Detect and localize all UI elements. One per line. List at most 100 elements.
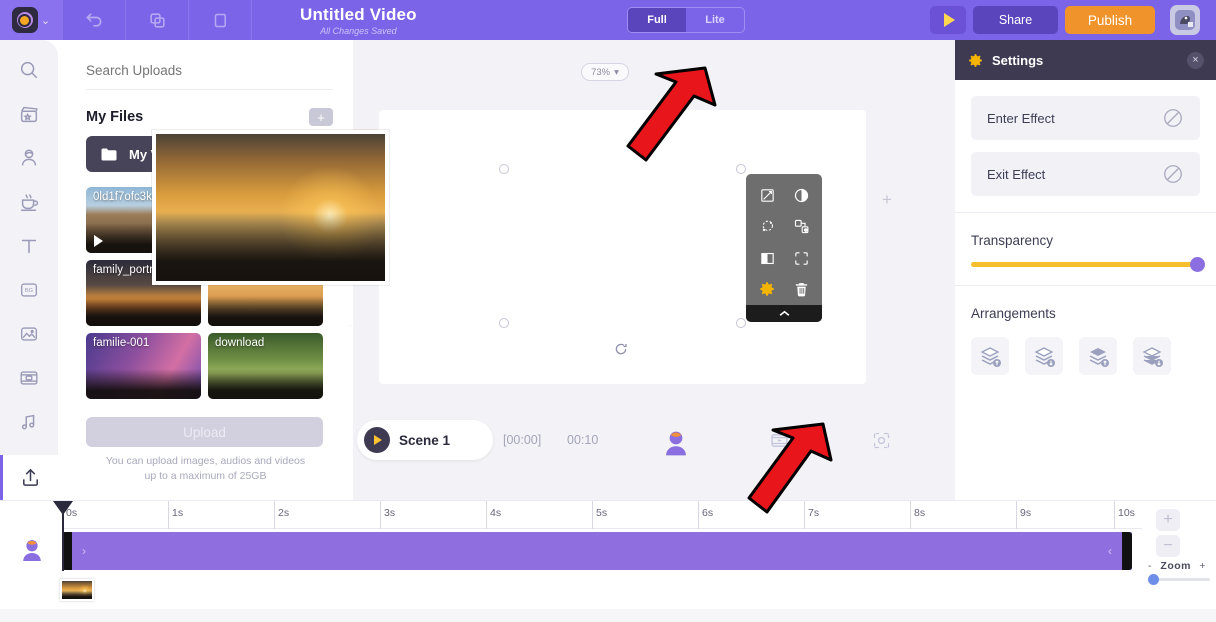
scene-play-button[interactable] [364,427,390,453]
element-tool-animate[interactable] [750,211,784,242]
canvas-selected-image[interactable] [152,130,389,285]
close-icon[interactable]: × [1187,52,1204,69]
share-button[interactable]: Share [973,6,1058,34]
play-icon [94,235,103,247]
timeline-zoom-out-button[interactable]: − [1156,535,1180,557]
clip-chevron-left[interactable]: › [82,544,86,558]
play-icon [374,435,382,445]
preview-play-button[interactable] [930,6,966,34]
fit-icon [793,250,810,267]
element-tool-fit-frame[interactable] [784,243,818,274]
my-files-header: My Files + [86,108,333,126]
bring-to-front-button[interactable] [1079,337,1117,375]
transparency-slider[interactable] [971,262,1200,267]
bring-to-front-icon [1086,344,1110,368]
undo-button[interactable] [63,0,125,40]
list-item[interactable]: download [208,333,323,399]
user-avatar[interactable] [1170,5,1200,35]
timeline-zoom-controls: + − [1156,509,1180,561]
my-files-title: My Files [86,109,143,125]
scene-duration: 00:10 [567,433,598,447]
resize-handle-tr[interactable] [736,164,746,174]
scene-focus-button[interactable] [871,430,892,456]
scene-character-button[interactable] [659,427,693,466]
sidebar-item-characters[interactable] [0,136,58,180]
ruler-tick-label: 10s [1118,507,1135,519]
element-toolbar-collapse[interactable] [746,305,822,322]
clip-chevron-right[interactable]: ‹ [1108,544,1112,558]
sidebar-item-music[interactable] [0,400,58,444]
send-to-back-button[interactable] [1133,337,1171,375]
mode-toggle[interactable]: Full Lite [627,7,745,33]
duplicate-button[interactable] [126,0,188,40]
sidebar-item-video[interactable] [0,356,58,400]
ruler-tick-label: 9s [1020,507,1031,519]
ruler-tick: 10s [1114,501,1115,529]
clip-thumbnail[interactable] [60,579,94,601]
add-folder-button[interactable]: + [309,108,333,126]
resize-handle-bl[interactable] [499,318,509,328]
sidebar-item-props[interactable] [0,180,58,224]
ruler-tick-label: 5s [596,507,607,519]
list-item-label: download [215,337,319,349]
element-tool-split[interactable] [750,243,784,274]
publish-button[interactable]: Publish [1065,6,1155,34]
rotate-handle[interactable] [614,342,628,360]
resize-handle-tl[interactable] [499,164,509,174]
playhead[interactable] [62,501,64,571]
search-input[interactable] [86,63,333,78]
upload-button[interactable]: Upload [86,417,323,447]
exit-effect-row[interactable]: Exit Effect [971,152,1200,196]
sidebar-item-images[interactable] [0,312,58,356]
ruler-tick: 6s [698,501,699,529]
svg-text:BG: BG [25,288,33,294]
upload-hint-line1: You can upload images, audios and videos [86,454,325,469]
enter-effect-row[interactable]: Enter Effect [971,96,1200,140]
transparency-slider-knob[interactable] [1190,257,1205,272]
element-tool-crop[interactable] [750,180,784,211]
gear-icon [758,280,776,298]
project-title-block[interactable]: Untitled Video All Changes Saved [300,5,417,36]
timeline-zoom-slider-knob[interactable] [1148,574,1159,585]
chevron-down-icon[interactable]: ⌄ [41,14,50,27]
sidebar-item-search[interactable] [0,48,58,92]
timeline-zoom-in-button[interactable]: + [1156,509,1180,531]
add-element-button[interactable]: + [882,190,892,210]
timeline-track-avatar[interactable] [10,531,54,571]
search-row [86,62,333,90]
replace-icon [793,218,810,235]
mode-lite-tab[interactable]: Lite [686,8,744,32]
timeline-clip[interactable]: › ‹ [62,532,1132,570]
scene-video-button[interactable] [769,430,790,456]
divider [251,0,252,40]
timeline-zoom-label-group: - Zoom + [1148,560,1206,572]
paste-button[interactable] [189,0,251,40]
sidebar-item-upload[interactable] [0,455,58,500]
list-item[interactable]: familie-001 [86,333,201,399]
send-backward-button[interactable] [1025,337,1063,375]
thumb-overlay [208,296,323,326]
scene-selector[interactable]: Scene 1 [357,420,493,460]
sidebar-item-text[interactable] [0,224,58,268]
timeline-zoom-slider[interactable] [1148,578,1210,581]
user-avatar-icon [1173,8,1197,32]
element-tool-adjust[interactable] [784,180,818,211]
left-icon-rail: BG [0,40,58,495]
background-icon: BG [18,279,40,301]
element-tool-settings[interactable] [750,274,784,305]
resize-handle-br[interactable] [736,318,746,328]
mode-full-tab[interactable]: Full [628,8,686,32]
character-avatar-icon [659,427,693,461]
canvas-zoom-selector[interactable]: 73% ▾ [581,63,629,81]
chevron-down-icon: ▾ [614,67,619,78]
sidebar-item-background[interactable]: BG [0,268,58,312]
bring-forward-button[interactable] [971,337,1009,375]
element-tool-replace[interactable] [784,211,818,242]
sidebar-item-scenes[interactable] [0,92,58,136]
timeline-ruler[interactable]: 0s 1s 2s 3s 4s 5s 6s 7s 8s 9s 10s [62,501,1142,529]
clip-trim-handle-right[interactable] [1122,532,1132,570]
bring-forward-icon [978,344,1002,368]
app-logo[interactable]: ⌄ [0,0,62,40]
element-tool-delete[interactable] [784,274,818,305]
ruler-tick-label: 0s [66,507,77,519]
